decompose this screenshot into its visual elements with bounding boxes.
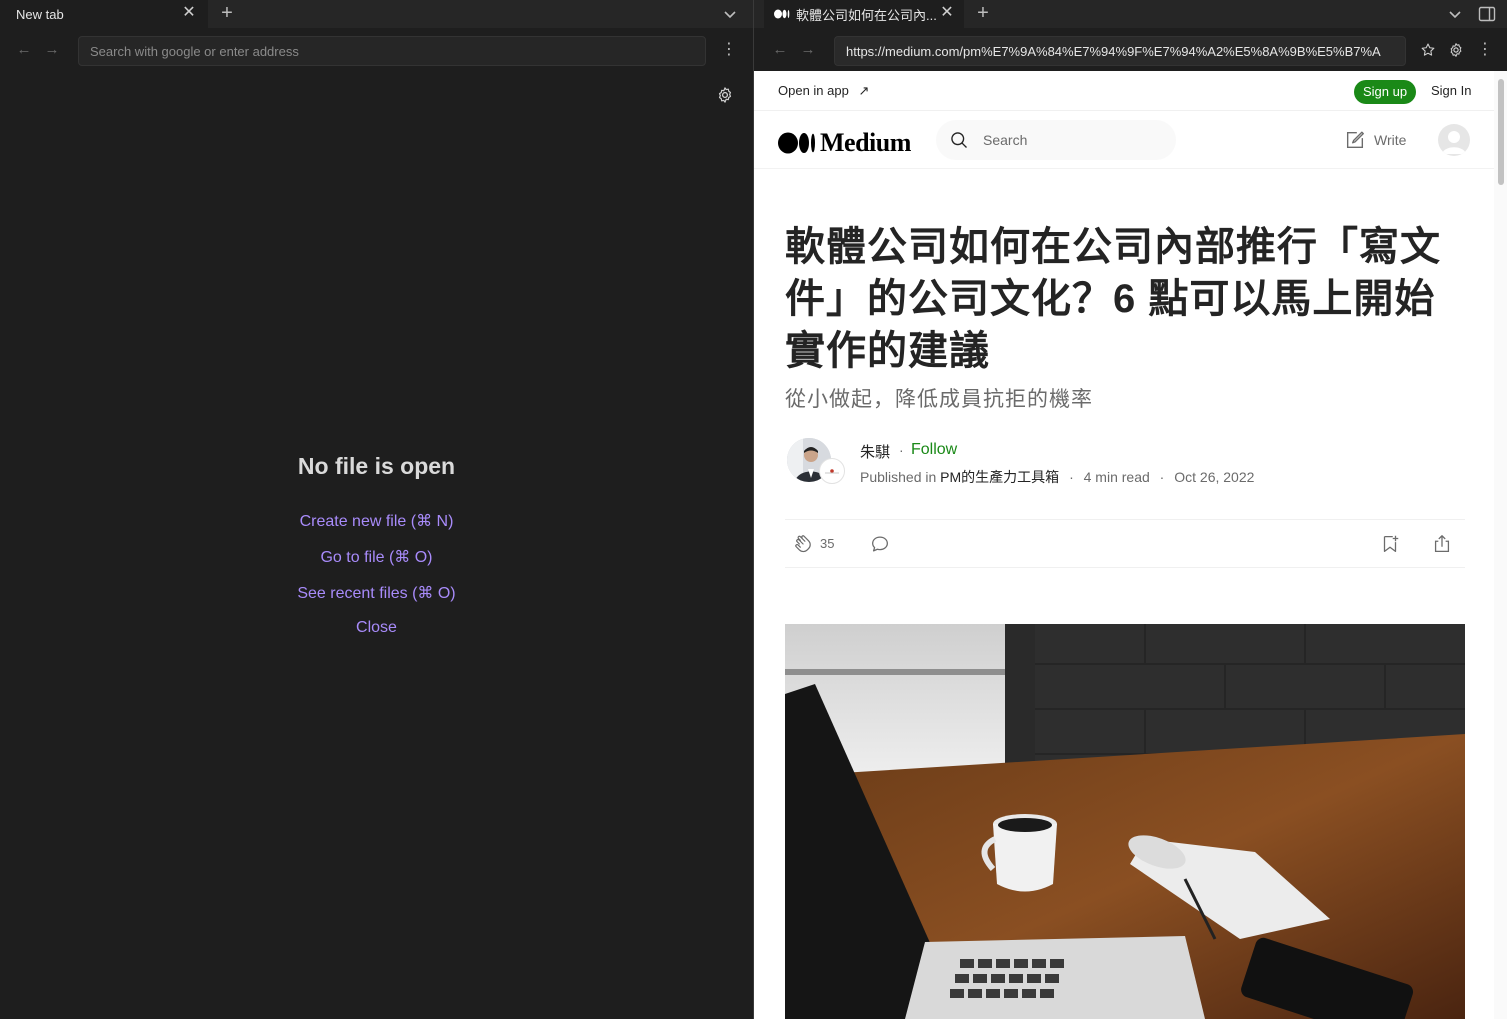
page-scrollbar[interactable]: [1494, 71, 1507, 1019]
empty-state-title: No file is open: [297, 453, 456, 479]
medium-topbar: Open in app ↗ Sign up Sign In: [754, 71, 1494, 111]
hero-image: [785, 624, 1465, 1019]
sign-up-button[interactable]: Sign up: [1354, 80, 1416, 104]
publication-link[interactable]: PM的生產力工具箱: [940, 469, 1059, 485]
gear-icon[interactable]: [1447, 40, 1465, 60]
sign-in-link[interactable]: Sign In: [1431, 83, 1471, 98]
chevron-down-icon[interactable]: [1445, 4, 1465, 24]
write-button[interactable]: Write: [1344, 129, 1406, 151]
share-icon[interactable]: [1431, 533, 1453, 555]
go-to-file-link[interactable]: Go to file (⌘ O): [0, 547, 753, 567]
close-link[interactable]: Close: [0, 619, 753, 637]
kebab-icon[interactable]: ⋮: [1477, 40, 1493, 60]
author-name[interactable]: 朱騏: [860, 441, 890, 462]
article-title-line: 實作的建議: [785, 329, 990, 373]
medium-wordmark: Medium: [820, 128, 911, 157]
plus-icon[interactable]: +: [216, 2, 238, 24]
medium-logo[interactable]: Medium: [778, 128, 911, 158]
open-in-app-label: Open in app: [778, 83, 849, 98]
separator-dot: ·: [1069, 469, 1074, 485]
close-icon[interactable]: ✕: [938, 4, 956, 22]
plus-icon[interactable]: +: [972, 2, 994, 24]
clap-count: 35: [820, 536, 835, 551]
write-icon: [1346, 131, 1364, 149]
published-in-label: Published in: [860, 469, 937, 485]
read-time: 4 min read: [1083, 469, 1150, 485]
web-content: Open in app ↗ Sign up Sign In Medium Sea…: [754, 71, 1507, 1019]
article-title-line: 件」的公司文化？6 點可以馬上開始: [785, 277, 1436, 321]
tab-title: 軟體公司如何在公司內...: [796, 7, 937, 23]
nav-bar: ← → https://medium.com/pm%E7%9A%84%E7%94…: [754, 28, 1507, 71]
publication-badge[interactable]: [819, 458, 845, 484]
url-input[interactable]: https://medium.com/pm%E7%9A%84%E7%94%9F%…: [834, 36, 1406, 66]
tab-new-tab[interactable]: New tab ✕: [0, 0, 208, 28]
tab-strip: New tab ✕ +: [0, 0, 753, 28]
right-pane: 軟體公司如何在公司內... ✕ + ← → https://medium.com…: [754, 0, 1507, 1019]
medium-logo-mark: [778, 132, 815, 154]
nav-bar: ← → Search with google or enter address …: [0, 28, 753, 71]
separator-dot: ·: [899, 442, 904, 458]
chevron-down-icon[interactable]: [720, 4, 740, 24]
publish-date: Oct 26, 2022: [1174, 469, 1255, 485]
medium-favicon: [774, 7, 790, 22]
bookmark-icon[interactable]: [1379, 533, 1401, 555]
star-icon[interactable]: [1419, 40, 1437, 60]
write-label: Write: [1374, 132, 1407, 148]
article-title-line: 軟體公司如何在公司內部推行「寫文: [785, 225, 1441, 269]
separator-dot: ·: [1159, 469, 1165, 485]
external-arrow-icon: ↗: [858, 83, 870, 98]
arrow-right-icon[interactable]: →: [798, 40, 818, 60]
user-avatar[interactable]: [1438, 124, 1470, 156]
create-new-file-link[interactable]: Create new file (⌘ N): [0, 511, 753, 531]
article-title: 軟體公司如何在公司內部推行「寫文 件」的公司文化？6 點可以馬上開始 實作的建議: [785, 221, 1465, 377]
comment-icon[interactable]: [869, 533, 891, 555]
article-subtitle: 從小做起，降低成員抗拒的機率: [785, 388, 1093, 411]
sidebar-toggle-icon[interactable]: [1477, 4, 1497, 24]
arrow-left-icon[interactable]: ←: [770, 40, 790, 60]
close-icon[interactable]: ✕: [180, 4, 198, 22]
left-pane: New tab ✕ + ← → Search with google or en…: [0, 0, 753, 1019]
kebab-icon[interactable]: ⋮: [721, 40, 737, 60]
search-icon: [951, 132, 967, 148]
follow-button[interactable]: Follow: [911, 441, 957, 459]
search-input[interactable]: Search: [936, 120, 1176, 160]
tab-strip: 軟體公司如何在公司內... ✕ +: [754, 0, 1507, 28]
search-placeholder: Search: [983, 132, 1028, 148]
author-row: 朱騏 · Follow Published in PM的生產力工具箱 · 4 m…: [785, 438, 1465, 488]
see-recent-files-link[interactable]: See recent files (⌘ O): [0, 583, 753, 603]
clap-icon[interactable]: [793, 533, 815, 555]
arrow-left-icon[interactable]: ←: [14, 40, 34, 60]
article-meta: Published in PM的生產力工具箱 · 4 min read · Oc…: [860, 467, 1254, 487]
scrollbar-thumb[interactable]: [1498, 79, 1504, 185]
address-input[interactable]: Search with google or enter address: [78, 36, 706, 66]
open-in-app-link[interactable]: Open in app ↗: [778, 83, 869, 99]
article-action-bar: 35: [785, 519, 1465, 568]
gear-icon[interactable]: [716, 86, 734, 104]
medium-header: Medium Search Write: [754, 111, 1494, 169]
arrow-right-icon[interactable]: →: [42, 40, 62, 60]
tab-medium-article[interactable]: 軟體公司如何在公司內... ✕: [764, 0, 964, 28]
article-header: 軟體公司如何在公司內部推行「寫文 件」的公司文化？6 點可以馬上開始 實作的建議…: [785, 221, 1465, 413]
tab-title: New tab: [16, 6, 64, 22]
